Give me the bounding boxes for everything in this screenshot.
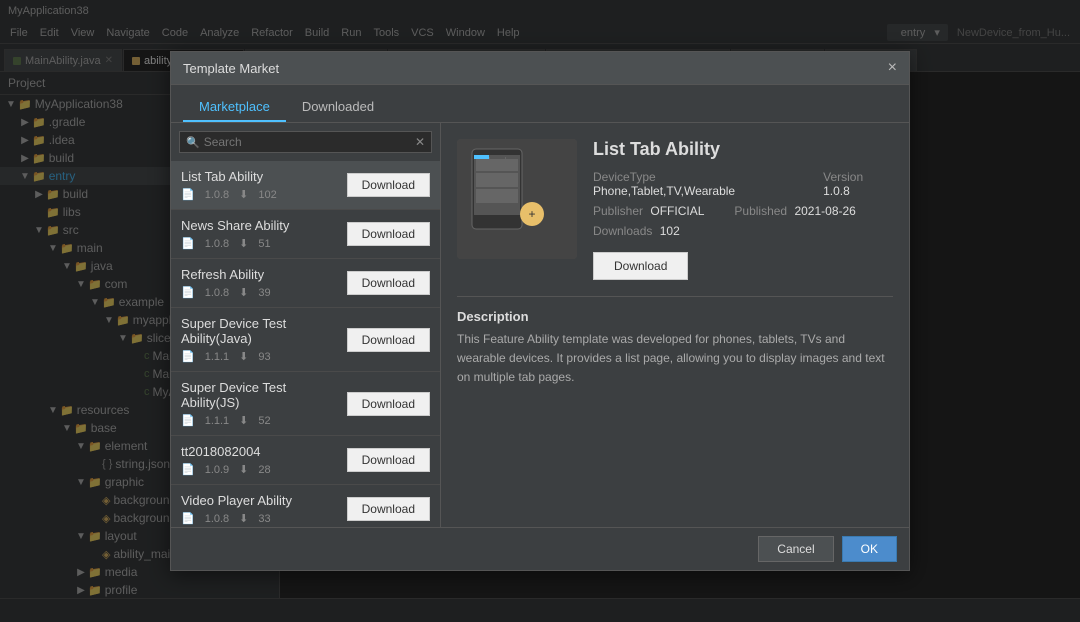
downloads-meta: Downloads 102	[593, 224, 680, 238]
modal-detail-panel: + List Tab Ability DeviceType Phone,Tabl…	[441, 123, 909, 527]
ability-item-list-tab[interactable]: List Tab Ability 📄 1.0.8 ⬇ 102 Download	[171, 161, 440, 210]
doc-icon: 📄	[181, 237, 195, 250]
version-meta: Version 1.0.8	[823, 170, 893, 198]
detail-meta-row-1: DeviceType Phone,Tablet,TV,Wearable Vers…	[593, 170, 893, 198]
detail-description-section: Description This Feature Ability templat…	[457, 296, 893, 388]
modal-header: Template Market ×	[171, 52, 909, 85]
doc-icon: 📄	[181, 188, 195, 201]
ability-meta: 📄 1.0.8 ⬇ 102	[181, 188, 277, 201]
published-meta: Published 2021-08-26	[734, 204, 855, 218]
publisher-meta: Publisher OFFICIAL	[593, 204, 704, 218]
ability-info: News Share Ability 📄 1.0.8 ⬇ 51	[181, 218, 289, 250]
detail-title: List Tab Ability	[593, 139, 893, 160]
detail-meta-row-2: Publisher OFFICIAL Published 2021-08-26	[593, 204, 893, 218]
ability-item-refresh[interactable]: Refresh Ability 📄 1.0.8 ⬇ 39 Download	[171, 259, 440, 308]
ability-meta: 📄 1.1.1 ⬇ 52	[181, 414, 347, 427]
download-count-icon: ⬇	[239, 414, 248, 427]
modal-tab-downloaded[interactable]: Downloaded	[286, 93, 390, 122]
device-type-meta: DeviceType Phone,Tablet,TV,Wearable	[593, 170, 793, 198]
download-count-icon: ⬇	[239, 512, 248, 525]
ability-info: List Tab Ability 📄 1.0.8 ⬇ 102	[181, 169, 277, 201]
download-button-2[interactable]: Download	[347, 271, 430, 295]
modal-overlay: Template Market × Marketplace Downloaded…	[0, 0, 1080, 622]
ability-meta: 📄 1.1.1 ⬇ 93	[181, 350, 347, 363]
download-count-icon: ⬇	[239, 350, 248, 363]
ability-item-video-player[interactable]: Video Player Ability 📄 1.0.8 ⬇ 33 Downlo…	[171, 485, 440, 527]
doc-icon: 📄	[181, 286, 195, 299]
download-button-4[interactable]: Download	[347, 392, 430, 416]
download-button-5[interactable]: Download	[347, 448, 430, 472]
download-button-3[interactable]: Download	[347, 328, 430, 352]
doc-icon: 📄	[181, 350, 195, 363]
modal-body: 🔍 ✕ List Tab Ability 📄 1.0.8 ⬇	[171, 123, 909, 527]
cancel-button[interactable]: Cancel	[758, 536, 833, 562]
template-market-modal: Template Market × Marketplace Downloaded…	[170, 51, 910, 571]
download-count-icon: ⬇	[239, 237, 248, 250]
download-button-1[interactable]: Download	[347, 222, 430, 246]
modal-list-panel: 🔍 ✕ List Tab Ability 📄 1.0.8 ⬇	[171, 123, 441, 527]
ability-info: Super Device Test Ability(Java) 📄 1.1.1 …	[181, 316, 347, 363]
ability-meta: 📄 1.0.8 ⬇ 39	[181, 286, 271, 299]
modal-tab-marketplace[interactable]: Marketplace	[183, 93, 286, 122]
ability-meta: 📄 1.0.9 ⬇ 28	[181, 463, 271, 476]
doc-icon: 📄	[181, 414, 195, 427]
ability-item-super-device-js[interactable]: Super Device Test Ability(JS) 📄 1.1.1 ⬇ …	[171, 372, 440, 436]
download-count-icon: ⬇	[239, 286, 248, 299]
ability-item-tt2018[interactable]: tt2018082004 📄 1.0.9 ⬇ 28 Download	[171, 436, 440, 485]
modal-title: Template Market	[183, 61, 279, 76]
svg-text:+: +	[528, 207, 535, 221]
modal-tabs: Marketplace Downloaded	[171, 85, 909, 123]
detail-description-text: This Feature Ability template was develo…	[457, 330, 893, 388]
download-button-6[interactable]: Download	[347, 497, 430, 521]
detail-description-label: Description	[457, 309, 893, 324]
search-input[interactable]	[204, 135, 411, 149]
detail-preview: +	[457, 139, 577, 259]
ability-item-news-share[interactable]: News Share Ability 📄 1.0.8 ⬇ 51 Download	[171, 210, 440, 259]
download-button-0[interactable]: Download	[347, 173, 430, 197]
modal-close-button[interactable]: ×	[888, 60, 897, 76]
ability-info: tt2018082004 📄 1.0.9 ⬇ 28	[181, 444, 271, 476]
ability-info: Refresh Ability 📄 1.0.8 ⬇ 39	[181, 267, 271, 299]
ability-meta: 📄 1.0.8 ⬇ 51	[181, 237, 289, 250]
ability-meta: 📄 1.0.8 ⬇ 33	[181, 512, 292, 525]
search-clear-icon[interactable]: ✕	[415, 135, 425, 149]
ability-item-super-device-java[interactable]: Super Device Test Ability(Java) 📄 1.1.1 …	[171, 308, 440, 372]
ability-info: Super Device Test Ability(JS) 📄 1.1.1 ⬇ …	[181, 380, 347, 427]
ability-info: Video Player Ability 📄 1.0.8 ⬇ 33	[181, 493, 292, 525]
download-count-icon: ⬇	[239, 188, 248, 201]
doc-icon: 📄	[181, 512, 195, 525]
modal-footer: Cancel OK	[171, 527, 909, 570]
detail-info: List Tab Ability DeviceType Phone,Tablet…	[593, 139, 893, 280]
detail-download-button[interactable]: Download	[593, 252, 688, 280]
detail-meta-row-3: Downloads 102	[593, 224, 893, 238]
search-box[interactable]: 🔍 ✕	[179, 131, 432, 153]
ability-list: List Tab Ability 📄 1.0.8 ⬇ 102 Download	[171, 161, 440, 527]
doc-icon: 📄	[181, 463, 195, 476]
search-icon: 🔍	[186, 136, 200, 149]
download-count-icon: ⬇	[239, 463, 248, 476]
ok-button[interactable]: OK	[842, 536, 897, 562]
